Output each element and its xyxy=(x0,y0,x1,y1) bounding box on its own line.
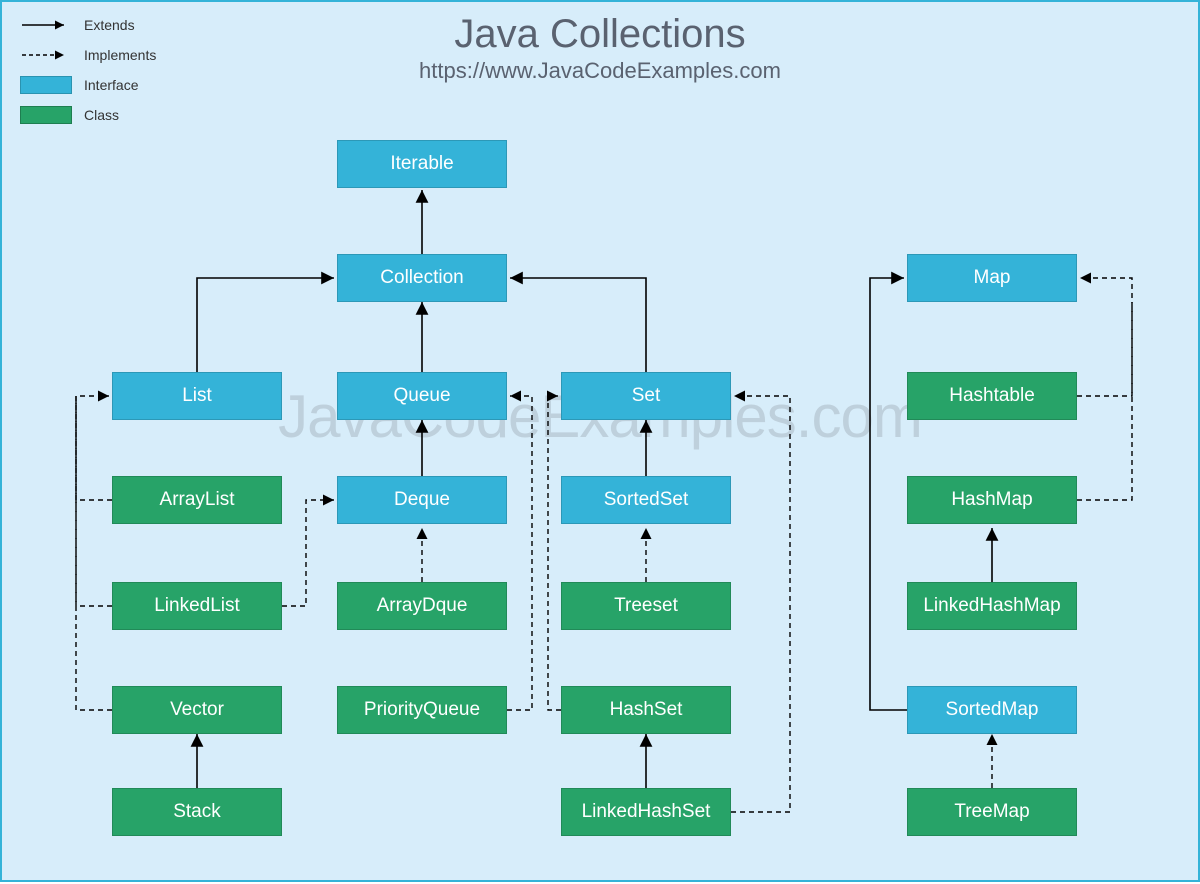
node-iterable: Iterable xyxy=(337,140,507,188)
node-linkedhashset: LinkedHashSet xyxy=(561,788,731,836)
node-deque: Deque xyxy=(337,476,507,524)
legend-interface: Interface xyxy=(20,74,156,96)
node-treemap: TreeMap xyxy=(907,788,1077,836)
node-hashset: HashSet xyxy=(561,686,731,734)
legend-interface-label: Interface xyxy=(84,77,138,93)
node-vector: Vector xyxy=(112,686,282,734)
legend-class-label: Class xyxy=(84,107,119,123)
node-linkedlist: LinkedList xyxy=(112,582,282,630)
node-collection: Collection xyxy=(337,254,507,302)
node-priorityqueue: PriorityQueue xyxy=(337,686,507,734)
node-hashtable: Hashtable xyxy=(907,372,1077,420)
diagram-canvas: Java Collections https://www.JavaCodeExa… xyxy=(0,0,1200,882)
legend-extends: Extends xyxy=(20,14,156,36)
arrow-solid-icon xyxy=(20,18,76,32)
legend-implements-label: Implements xyxy=(84,47,156,63)
legend-implements: Implements xyxy=(20,44,156,66)
node-arraydque: ArrayDque xyxy=(337,582,507,630)
node-arraylist: ArrayList xyxy=(112,476,282,524)
node-stack: Stack xyxy=(112,788,282,836)
diagram-title: Java Collections xyxy=(2,12,1198,57)
node-treeset: Treeset xyxy=(561,582,731,630)
node-linkedhashmap: LinkedHashMap xyxy=(907,582,1077,630)
arrow-dashed-icon xyxy=(20,48,76,62)
node-queue: Queue xyxy=(337,372,507,420)
node-map: Map xyxy=(907,254,1077,302)
node-sortedset: SortedSet xyxy=(561,476,731,524)
class-swatch-icon xyxy=(20,106,72,124)
diagram-subtitle: https://www.JavaCodeExamples.com xyxy=(2,58,1198,84)
legend-extends-label: Extends xyxy=(84,17,135,33)
node-hashmap: HashMap xyxy=(907,476,1077,524)
node-sortedmap: SortedMap xyxy=(907,686,1077,734)
node-list: List xyxy=(112,372,282,420)
legend: Extends Implements Interface Class xyxy=(20,14,156,134)
legend-class: Class xyxy=(20,104,156,126)
interface-swatch-icon xyxy=(20,76,72,94)
node-set: Set xyxy=(561,372,731,420)
edges-layer xyxy=(2,2,1200,884)
